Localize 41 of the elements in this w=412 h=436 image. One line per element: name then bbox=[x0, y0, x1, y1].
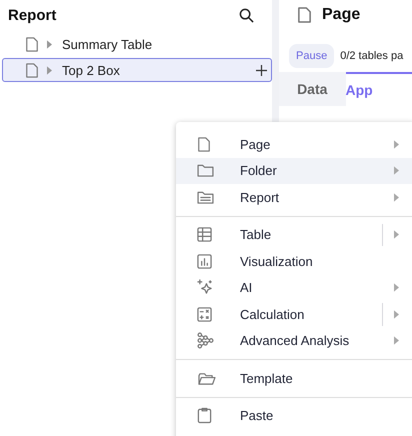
sparkle-icon bbox=[197, 279, 214, 296]
menu-item[interactable]: Paste bbox=[176, 402, 412, 429]
menu-item[interactable]: Calculation bbox=[176, 301, 412, 328]
menu-item[interactable]: Page bbox=[176, 131, 412, 158]
search-icon[interactable] bbox=[239, 8, 254, 22]
tab[interactable]: Data bbox=[279, 72, 346, 106]
add-icon[interactable] bbox=[256, 64, 267, 76]
menu-item[interactable]: Visualization bbox=[176, 248, 412, 274]
clipboard-icon bbox=[197, 407, 212, 424]
pause-button[interactable]: Pause bbox=[289, 44, 334, 68]
tree-item[interactable]: Top 2 Box bbox=[2, 58, 272, 82]
menu-item[interactable]: Template bbox=[176, 365, 412, 392]
submenu-caret-icon bbox=[394, 230, 399, 240]
submenu-caret-icon bbox=[394, 166, 399, 176]
table-icon bbox=[197, 227, 212, 242]
folder-icon bbox=[197, 164, 214, 178]
menu-item[interactable]: Report bbox=[176, 184, 412, 210]
menu-item[interactable]: Folder bbox=[176, 158, 412, 184]
menu-item[interactable]: Table bbox=[176, 222, 412, 248]
page-icon bbox=[25, 36, 39, 52]
page-icon bbox=[297, 5, 312, 25]
submenu-caret-icon bbox=[394, 283, 399, 292]
panel-title: Page bbox=[322, 6, 360, 24]
page-icon bbox=[197, 136, 211, 153]
status-text: 0/2 tables pa bbox=[340, 50, 404, 62]
tree-item[interactable]: Summary Table bbox=[2, 32, 272, 56]
submenu-caret-icon bbox=[394, 192, 399, 202]
calculator-icon bbox=[197, 306, 212, 322]
menu-item[interactable]: Advanced Analysis bbox=[176, 328, 412, 354]
submenu-caret-icon bbox=[394, 140, 399, 149]
submenu-caret-icon bbox=[394, 336, 399, 346]
node-graph-icon bbox=[197, 332, 214, 350]
menu-item[interactable]: AI bbox=[176, 274, 412, 301]
open-folder-icon bbox=[197, 370, 216, 386]
expand-caret-icon[interactable] bbox=[47, 40, 52, 48]
bar-chart-icon bbox=[197, 254, 212, 269]
sidebar-title: Report bbox=[8, 6, 56, 24]
submenu-caret-icon bbox=[394, 310, 399, 319]
tab[interactable]: App bbox=[346, 72, 412, 106]
folder-icon bbox=[197, 190, 214, 204]
page-icon bbox=[25, 62, 39, 78]
